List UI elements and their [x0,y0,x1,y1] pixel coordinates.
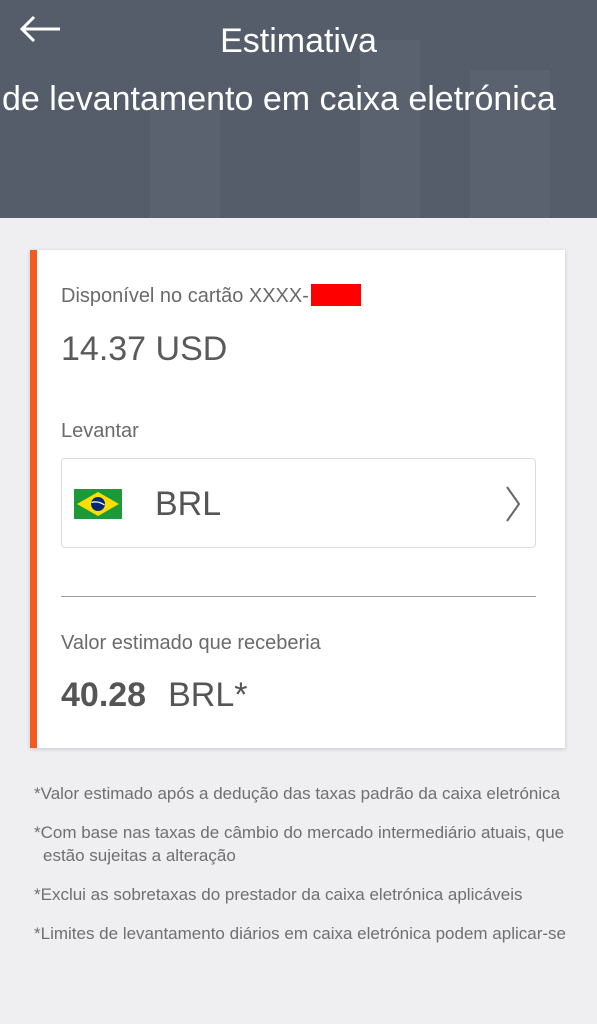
available-label: Disponível no cartão XXXX- [61,284,361,308]
divider [61,596,536,597]
estimate-currency: BRL* [168,676,248,714]
page-title-line2: de levantamento em caixa eletrónica [2,80,556,118]
chevron-right-icon [506,486,521,522]
available-amount: 14.37 USD [61,330,228,368]
footnote: *Com base nas taxas de câmbio do mercado… [34,823,565,865]
footnote: *Exclui as sobretaxas do prestador da ca… [34,885,523,904]
brazil-flag-icon [74,489,122,519]
withdraw-label: Levantar [61,420,139,442]
estimate-label: Valor estimado que receberia [61,632,321,654]
footnote: *Valor estimado após a dedução das taxas… [34,784,561,803]
available-label-text: Disponível no cartão XXXX- [61,285,309,307]
background-decoration [360,40,420,218]
page-title-line1: Estimativa [220,22,377,60]
footnotes: *Valor estimado após a dedução das taxas… [34,782,574,961]
header-bar: Estimativa de levantamento em caixa elet… [0,0,597,218]
currency-selector[interactable]: BRL [61,458,536,548]
estimate-card: Disponível no cartão XXXX- 14.37 USD Lev… [30,250,565,748]
redacted-card-digits [310,284,361,306]
footnote: *Limites de levantamento diários em caix… [34,924,566,943]
currency-code: BRL [155,485,222,523]
estimate-amount: 40.28 [61,676,147,714]
estimate-value: 40.28 BRL* [61,676,247,715]
